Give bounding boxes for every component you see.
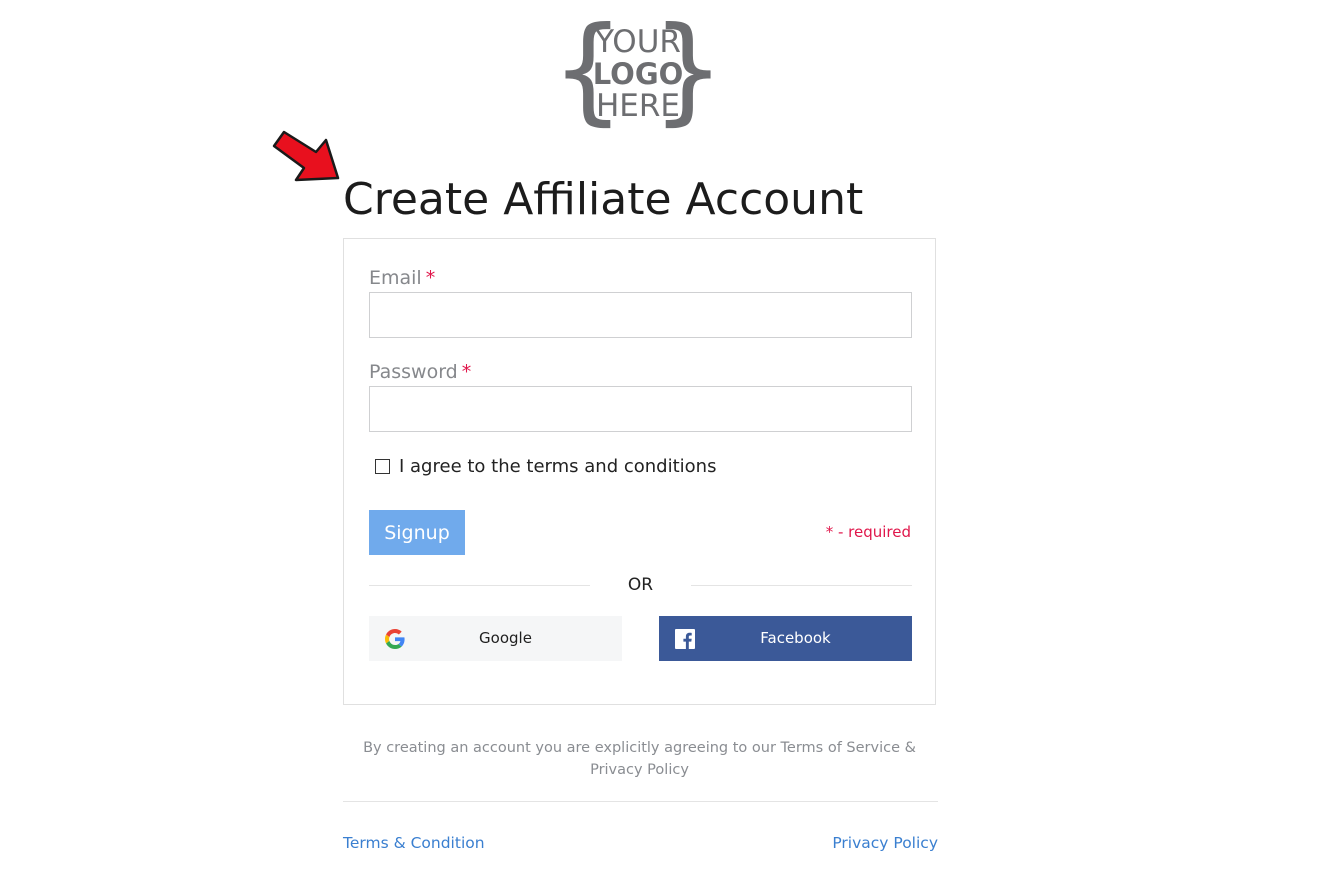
terms-row: I agree to the terms and conditions — [375, 454, 716, 478]
signup-button[interactable]: Signup — [369, 510, 465, 555]
terms-checkbox-label[interactable]: I agree to the terms and conditions — [399, 456, 716, 477]
privacy-policy-link[interactable]: Privacy Policy — [832, 834, 938, 852]
or-divider-line-right — [691, 585, 912, 586]
password-input[interactable] — [369, 386, 912, 432]
terms-checkbox[interactable] — [375, 458, 390, 474]
google-button-label: Google — [479, 629, 532, 647]
email-label: Email * — [369, 267, 435, 289]
facebook-button-label: Facebook — [760, 629, 831, 647]
google-signup-button[interactable]: Google — [369, 616, 622, 661]
page-title: Create Affiliate Account — [343, 174, 864, 225]
signup-form-card: Email * Password * I agree to the terms an… — [343, 238, 936, 705]
consent-text: By creating an account you are explicitl… — [363, 740, 916, 778]
password-label-text: Password — [369, 361, 458, 383]
logo-right-brace: } — [651, 2, 725, 137]
password-required-mark: * — [461, 361, 472, 383]
facebook-icon — [675, 629, 695, 649]
email-label-text: Email — [369, 267, 422, 289]
terms-link[interactable]: Terms & Condition — [343, 834, 485, 852]
footer-divider — [343, 801, 938, 802]
facebook-signup-button[interactable]: Facebook — [659, 616, 912, 661]
email-required-mark: * — [425, 267, 436, 289]
company-logo: { YOUR LOGO HERE } — [551, 10, 725, 136]
signup-page: { YOUR LOGO HERE } Create Affiliate Acco… — [0, 0, 1321, 871]
google-icon — [385, 629, 405, 649]
required-note: * - required — [825, 523, 911, 541]
or-divider: OR — [369, 573, 912, 597]
email-input[interactable] — [369, 292, 912, 338]
password-label: Password * — [369, 361, 471, 383]
red-arrow-icon — [272, 130, 340, 182]
